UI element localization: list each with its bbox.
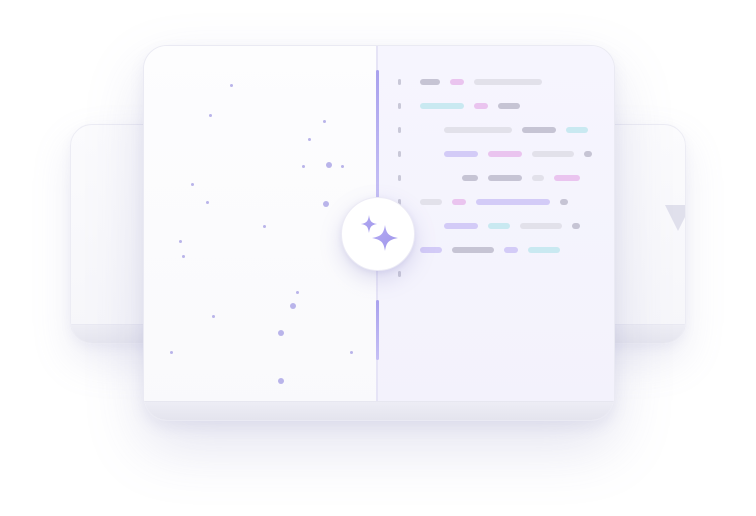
- divider-accent-bottom: [376, 300, 379, 360]
- code-token: [560, 199, 568, 205]
- code-token: [444, 151, 478, 157]
- code-gutter-mark: [398, 79, 401, 85]
- scatter-dot: [350, 351, 353, 354]
- divider-accent-top: [376, 70, 379, 198]
- code-gutter-mark: [398, 103, 401, 109]
- code-token: [528, 247, 560, 253]
- scatter-dot: [212, 315, 215, 318]
- code-token: [488, 151, 522, 157]
- scatter-dot: [263, 225, 266, 228]
- code-token: [444, 223, 478, 229]
- code-token: [488, 175, 522, 181]
- scatter-dot: [302, 165, 305, 168]
- code-token: [420, 247, 442, 253]
- scatter-dot: [326, 162, 332, 168]
- front-card-edge: [144, 401, 614, 420]
- code-gutter-mark: [398, 175, 401, 181]
- scatter-dot: [341, 165, 344, 168]
- scatter-dot: [179, 240, 182, 243]
- chevron-down-icon: [665, 205, 685, 231]
- code-token: [584, 151, 592, 157]
- code-token: [572, 223, 580, 229]
- code-gutter-mark: [398, 127, 401, 133]
- scatter-dot: [308, 138, 311, 141]
- code-token: [520, 223, 562, 229]
- code-token: [452, 247, 494, 253]
- sparkles-icon: [361, 215, 398, 251]
- scatter-dot: [170, 351, 173, 354]
- code-token: [566, 127, 588, 133]
- scatter-dot: [323, 120, 326, 123]
- scatter-dot: [206, 201, 209, 204]
- code-token: [476, 199, 550, 205]
- code-token: [474, 103, 488, 109]
- code-token: [420, 103, 464, 109]
- scatter-dot: [209, 114, 212, 117]
- scatter-dot: [278, 330, 284, 336]
- code-token: [474, 79, 542, 85]
- scatter-dot: [182, 255, 185, 258]
- code-token: [420, 199, 442, 205]
- illustration-stage: [0, 0, 756, 516]
- scatter-dot: [191, 183, 194, 186]
- scatter-dot: [296, 291, 299, 294]
- scatter-dot: [290, 303, 296, 309]
- code-token: [504, 247, 518, 253]
- code-token: [462, 175, 478, 181]
- code-token: [444, 127, 512, 133]
- code-token: [532, 175, 544, 181]
- code-token: [554, 175, 580, 181]
- code-token: [450, 79, 464, 85]
- scatter-dot: [323, 201, 329, 207]
- code-token: [498, 103, 520, 109]
- code-token: [452, 199, 466, 205]
- code-gutter-mark: [398, 271, 401, 277]
- scatter-dot: [230, 84, 233, 87]
- code-token: [420, 79, 440, 85]
- code-token: [532, 151, 574, 157]
- scatter-dot: [278, 378, 284, 384]
- code-gutter-mark: [398, 151, 401, 157]
- code-token: [488, 223, 510, 229]
- sparkle-badge: [341, 197, 415, 271]
- code-token: [522, 127, 556, 133]
